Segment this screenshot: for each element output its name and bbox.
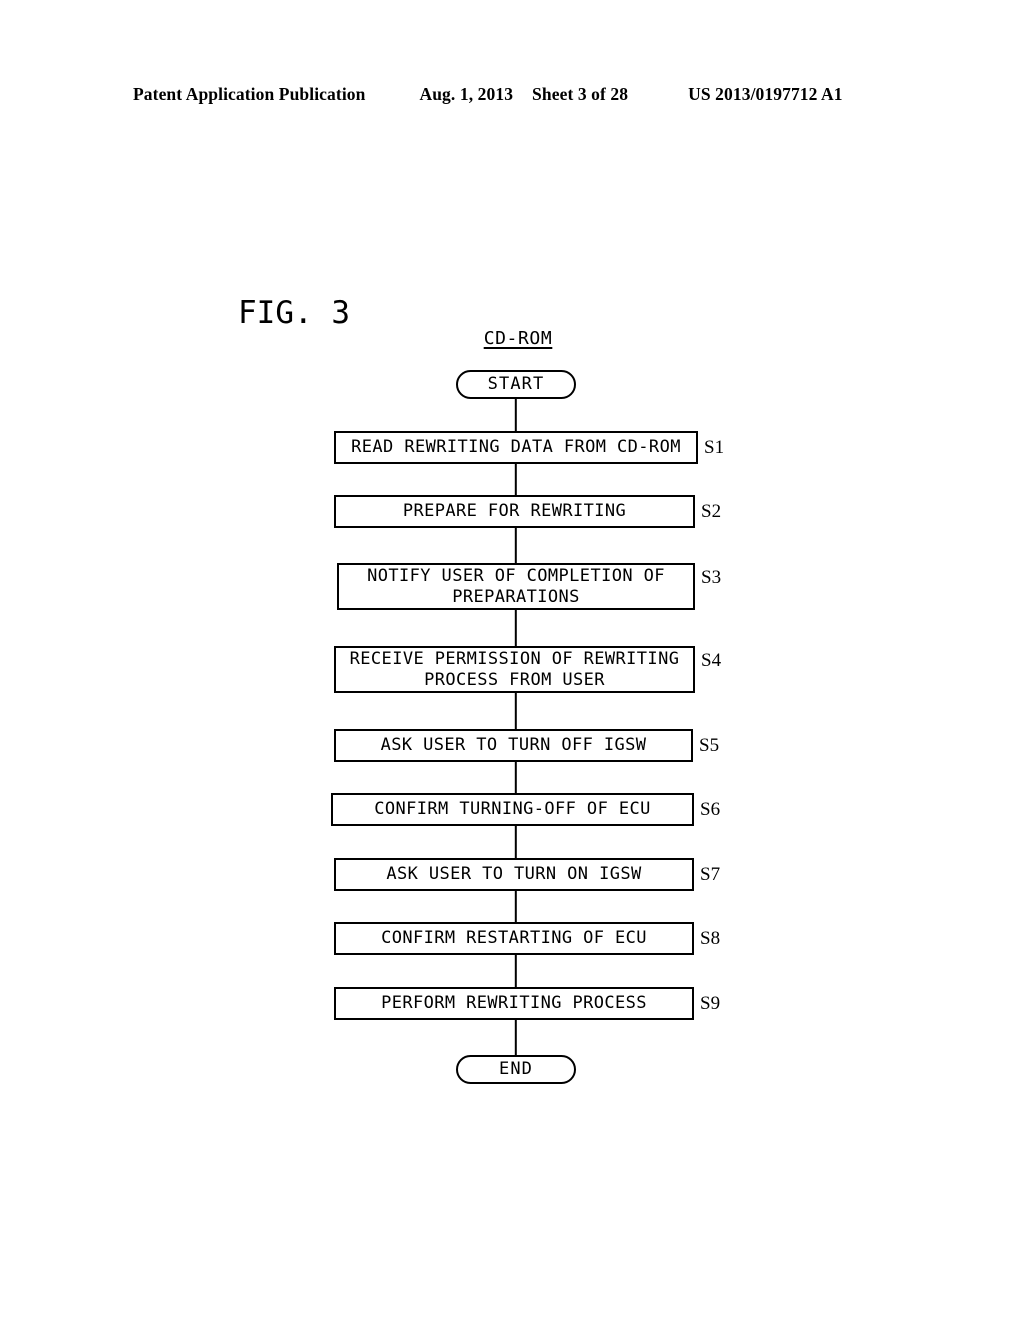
step-s6-text: CONFIRM TURNING-OFF OF ECU xyxy=(374,799,651,820)
step-s3-text: NOTIFY USER OF COMPLETION OF PREPARATION… xyxy=(367,565,665,607)
flowchart-step-s8: CONFIRM RESTARTING OF ECU xyxy=(334,922,694,955)
connector-s3-to-s4 xyxy=(514,610,518,646)
header-sheet-label: Sheet 3 of 28 xyxy=(532,84,629,104)
connector-s9-to-end xyxy=(514,1020,518,1055)
step-label-s3: S3 xyxy=(701,567,722,588)
start-node-label: START xyxy=(487,374,545,395)
flowchart-step-s1: READ REWRITING DATA FROM CD-ROM xyxy=(334,431,698,464)
step-s1-text: READ REWRITING DATA FROM CD-ROM xyxy=(351,437,681,458)
connector-s8-to-s9 xyxy=(514,955,518,987)
end-node-label: END xyxy=(498,1059,533,1080)
flowchart-step-s9: PERFORM REWRITING PROCESS xyxy=(334,987,694,1020)
step-s8-text: CONFIRM RESTARTING OF ECU xyxy=(381,928,647,949)
step-label-s8: S8 xyxy=(700,928,721,949)
flowchart-step-s4: RECEIVE PERMISSION OF REWRITING PROCESS … xyxy=(334,646,695,693)
header-date-label: Aug. 1, 2013 xyxy=(419,84,514,104)
step-s2-text: PREPARE FOR REWRITING xyxy=(402,501,627,522)
step-label-s5: S5 xyxy=(699,735,720,756)
connector-s4-to-s5 xyxy=(514,693,518,729)
step-label-s4: S4 xyxy=(701,650,722,671)
step-label-s9: S9 xyxy=(700,993,721,1014)
page-header: Patent Application Publication Aug. 1, 2… xyxy=(133,84,891,105)
flowchart-start-node: START xyxy=(456,370,576,399)
step-s9-text: PERFORM REWRITING PROCESS xyxy=(381,993,647,1014)
flowchart-step-s2: PREPARE FOR REWRITING xyxy=(334,495,695,528)
step-s5-text: ASK USER TO TURN OFF IGSW xyxy=(380,735,647,756)
step-s4-text: RECEIVE PERMISSION OF REWRITING PROCESS … xyxy=(349,648,680,690)
step-label-s1: S1 xyxy=(704,437,725,458)
header-patent-number: US 2013/0197712 A1 xyxy=(688,84,843,104)
flowchart-step-s6: CONFIRM TURNING-OFF OF ECU xyxy=(331,793,694,826)
step-label-s6: S6 xyxy=(700,799,721,820)
flowchart-end-node: END xyxy=(456,1055,576,1084)
figure-label: FIG. 3 xyxy=(238,295,350,331)
flowchart-step-s7: ASK USER TO TURN ON IGSW xyxy=(334,858,694,891)
header-publication-label: Patent Application Publication xyxy=(133,84,366,104)
connector-s1-to-s2 xyxy=(514,464,518,495)
step-label-s2: S2 xyxy=(701,501,722,522)
connector-s2-to-s3 xyxy=(514,528,518,563)
flowchart-step-s3: NOTIFY USER OF COMPLETION OF PREPARATION… xyxy=(337,563,695,610)
connector-start-to-s1 xyxy=(514,399,518,431)
connector-s7-to-s8 xyxy=(514,891,518,922)
step-label-s7: S7 xyxy=(700,864,721,885)
flowchart-step-s5: ASK USER TO TURN OFF IGSW xyxy=(334,729,693,762)
step-s7-text: ASK USER TO TURN ON IGSW xyxy=(386,864,642,885)
connector-s5-to-s6 xyxy=(514,762,518,793)
flowchart-title: CD-ROM xyxy=(483,328,553,349)
connector-s6-to-s7 xyxy=(514,826,518,858)
